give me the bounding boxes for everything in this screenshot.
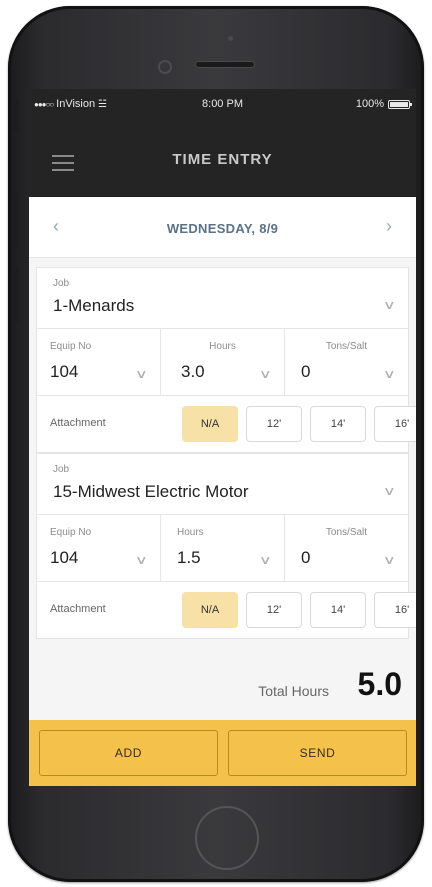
volume-down-button — [11, 266, 19, 322]
chevron-down-icon: ∨ — [135, 367, 149, 381]
mute-switch — [11, 98, 19, 132]
app-screen: ●●●○○ InVision ☱ 8:00 PM 100% TIME ENTRY… — [29, 89, 416, 786]
tons-salt-label: Tons/Salt — [325, 527, 368, 538]
attachment-option-na[interactable]: N/A — [182, 406, 238, 442]
equip-no-value: 104 — [50, 548, 79, 567]
tons-salt-value: 0 — [301, 548, 311, 567]
add-button[interactable]: ADD — [39, 730, 218, 776]
job-select[interactable]: Job 1-Menards ∨ — [37, 268, 408, 329]
equip-no-select[interactable]: Equip No 104 ∨ — [37, 515, 161, 581]
attachment-label: Attachment — [50, 417, 106, 429]
status-bar: ●●●○○ InVision ☱ 8:00 PM 100% — [29, 89, 416, 119]
chevron-down-icon: ∨ — [259, 367, 273, 381]
attachment-row: Attachment N/A 12' 14' 16' — [37, 396, 416, 452]
total-hours-row: Total Hours 5.0 — [29, 642, 416, 720]
equip-no-label: Equip No — [50, 527, 92, 538]
equip-no-label: Equip No — [50, 341, 92, 352]
attachment-option-16[interactable]: 16' — [374, 592, 416, 628]
hours-value: 1.5 — [177, 548, 201, 567]
tons-salt-value: 0 — [301, 362, 311, 381]
tons-salt-select[interactable]: Tons/Salt 0 ∨ — [285, 515, 408, 581]
entry-fields-row: Equip No 104 ∨ Hours 1.5 ∨ Tons/Salt 0 ∨ — [37, 515, 408, 582]
battery-percent: 100% — [355, 98, 384, 110]
send-button[interactable]: SEND — [228, 730, 407, 776]
chevron-down-icon: ∨ — [135, 553, 149, 567]
hours-label: Hours — [177, 527, 204, 538]
hours-select[interactable]: Hours 1.5 ∨ — [161, 515, 285, 581]
page-title: TIME ENTRY — [172, 151, 273, 168]
attachment-option-na[interactable]: N/A — [182, 592, 238, 628]
job-label: Job — [53, 278, 70, 289]
job-label: Job — [53, 464, 70, 475]
hours-select[interactable]: Hours 3.0 ∨ — [161, 329, 285, 395]
equip-no-value: 104 — [50, 362, 79, 381]
attachment-option-12[interactable]: 12' — [246, 592, 302, 628]
front-camera — [158, 60, 172, 74]
time-entry-card: Job 1-Menards ∨ Equip No 104 ∨ Hours 3.0… — [36, 267, 416, 453]
tons-salt-label: Tons/Salt — [325, 341, 368, 352]
attachment-option-12[interactable]: 12' — [246, 406, 302, 442]
chevron-down-icon: ∨ — [383, 298, 397, 312]
proximity-sensor — [228, 36, 233, 41]
total-hours-value: 5.0 — [357, 666, 402, 702]
volume-up-button — [11, 192, 19, 248]
hours-label: Hours — [209, 341, 236, 352]
earpiece-speaker — [195, 61, 255, 68]
date-label: WEDNESDAY, 8/9 — [166, 221, 279, 236]
chevron-down-icon: ∨ — [259, 553, 273, 567]
time-entry-card: Job 15-Midwest Electric Motor ∨ Equip No… — [36, 453, 416, 639]
attachment-option-14[interactable]: 14' — [310, 592, 366, 628]
status-battery: 100% — [355, 98, 412, 110]
equip-no-select[interactable]: Equip No 104 ∨ — [37, 329, 161, 395]
entry-fields-row: Equip No 104 ∨ Hours 3.0 ∨ Tons/Salt 0 ∨ — [37, 329, 408, 396]
total-hours-label: Total Hours — [258, 683, 329, 699]
job-value: 15-Midwest Electric Motor — [53, 482, 249, 501]
action-bar: ADD SEND — [29, 720, 416, 786]
battery-icon — [388, 99, 412, 109]
home-button[interactable] — [195, 806, 259, 870]
nav-bar: TIME ENTRY — [29, 119, 416, 197]
date-selector: ‹ WEDNESDAY, 8/9 › — [29, 197, 416, 258]
chevron-right-icon[interactable]: › — [386, 216, 392, 237]
attachment-option-14[interactable]: 14' — [310, 406, 366, 442]
chevron-down-icon: ∨ — [383, 367, 397, 381]
attachment-label: Attachment — [50, 603, 106, 615]
job-value: 1-Menards — [53, 296, 135, 315]
time-entry-content: ‹ WEDNESDAY, 8/9 › Job 1-Menards ∨ Equip… — [29, 197, 416, 720]
attachment-row: Attachment N/A 12' 14' 16' — [37, 582, 416, 638]
hours-value: 3.0 — [181, 362, 205, 381]
chevron-down-icon: ∨ — [383, 553, 397, 567]
tons-salt-select[interactable]: Tons/Salt 0 ∨ — [285, 329, 408, 395]
attachment-option-16[interactable]: 16' — [374, 406, 416, 442]
job-select[interactable]: Job 15-Midwest Electric Motor ∨ — [37, 454, 408, 515]
chevron-down-icon: ∨ — [383, 484, 397, 498]
